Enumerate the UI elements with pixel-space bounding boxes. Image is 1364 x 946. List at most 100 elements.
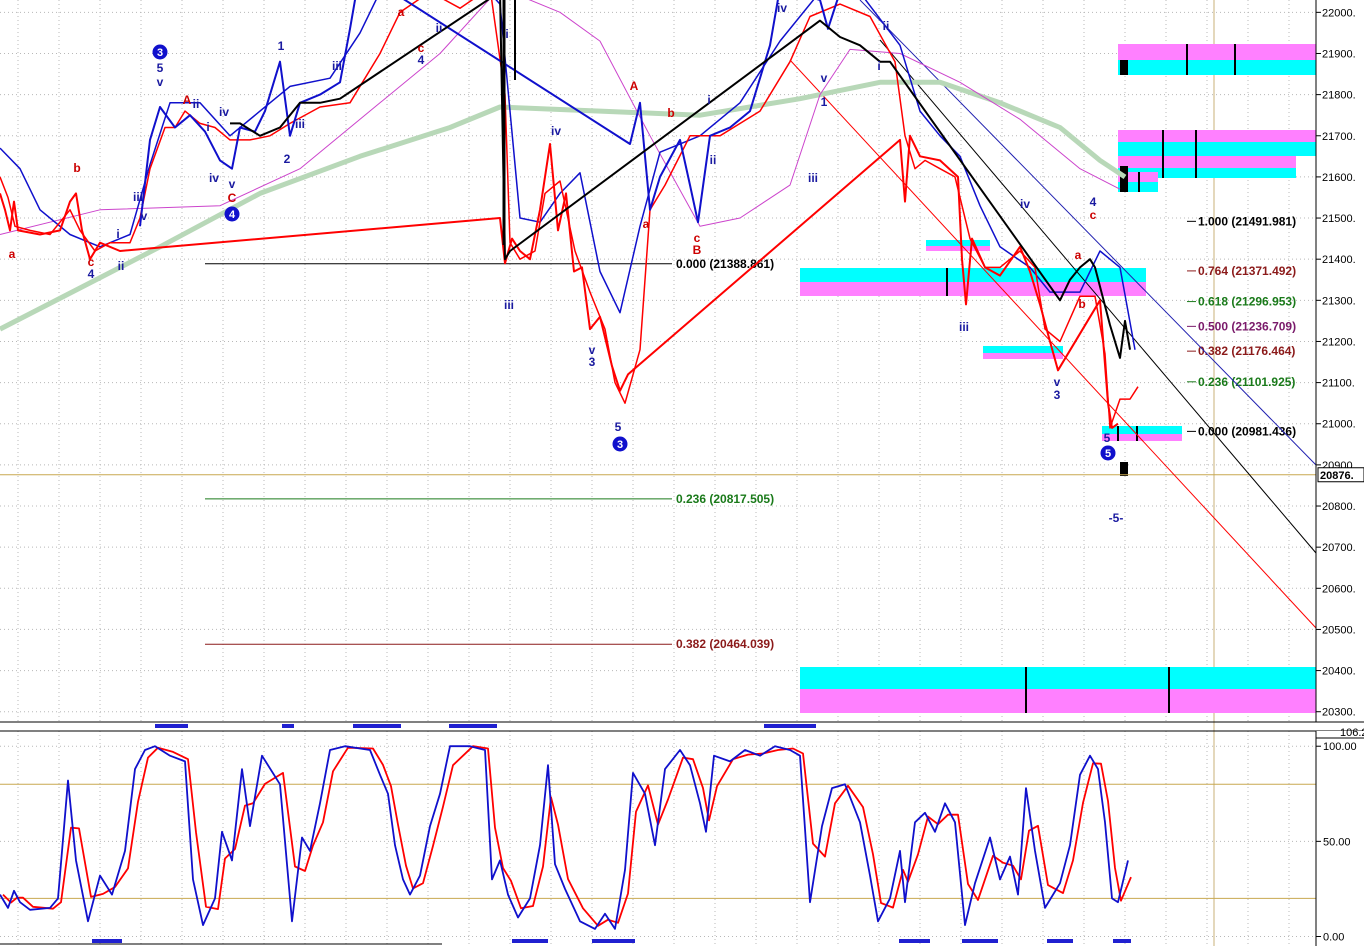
wave-label: i — [116, 227, 119, 241]
circled-wave-label: 4 — [229, 209, 236, 221]
y-tick-label: 21200. — [1322, 336, 1356, 348]
time-marker-bar — [92, 939, 122, 943]
wave-label: b — [1078, 297, 1085, 311]
osc-y-tick-label: 100.00 — [1323, 741, 1357, 753]
wave-label: iii — [295, 117, 305, 131]
chart-svg: 0.000 (21388.861) 0.236 (20817.505) 0.382 … — [0, 0, 1364, 946]
last-price-label: 20876. — [1320, 470, 1354, 482]
osc-top-value: 106.2 — [1340, 727, 1364, 739]
y-tick-label: 21800. — [1322, 90, 1356, 102]
y-tick-label: 21400. — [1322, 254, 1356, 266]
price-series — [0, 0, 1139, 429]
wave-label: 5 — [1104, 431, 1111, 445]
circled-wave-label: 5 — [1105, 448, 1111, 460]
band-magenta — [800, 282, 1146, 296]
y-tick-label: 21100. — [1322, 378, 1355, 390]
y-tick-label: 21600. — [1322, 172, 1356, 184]
band-marker — [1120, 462, 1128, 476]
y-tick-label: 20300. — [1322, 707, 1356, 719]
fib-label-right: 0.236 (21101.925) — [1198, 375, 1295, 389]
time-marker-bar — [353, 724, 401, 728]
wave-label: 3 — [1054, 388, 1061, 402]
wave-label: iii — [959, 320, 969, 334]
wave-label: v — [141, 209, 148, 223]
wave-labels: abc4iiiiiiv5vA iiiivivvC12iiiiiiac4ii iiii… — [9, 1, 1124, 525]
wave-label: iii — [332, 59, 342, 73]
fib-label-right: 0.382 (21176.464) — [1198, 344, 1295, 358]
fib-label-right: 0.500 (21236.709) — [1198, 319, 1296, 333]
wave-label: 1 — [821, 95, 828, 109]
wave-label: 4 — [418, 53, 425, 67]
circled-wave-label: 3 — [617, 439, 623, 451]
wave-label: a — [1075, 248, 1082, 262]
y-tick-label: 20500. — [1322, 624, 1356, 636]
band-magenta — [1118, 156, 1296, 168]
wave-label: v — [157, 75, 164, 89]
wave-label: ii — [118, 259, 125, 273]
wave-label: iv — [209, 171, 219, 185]
band-marker — [1120, 60, 1128, 75]
main-axis-bg — [1316, 0, 1364, 722]
fib-label-left: 0.000 (21388.861) — [676, 257, 774, 271]
band-marker — [1120, 166, 1128, 192]
fib-label-left: 0.236 (20817.505) — [676, 492, 774, 506]
wave-label: a — [643, 217, 650, 231]
time-marker-bar — [512, 939, 548, 943]
wave-label: A — [183, 93, 192, 107]
time-marker-bar — [282, 724, 294, 728]
time-marker-bar — [899, 939, 930, 943]
fib-label-left: 0.382 (20464.039) — [676, 637, 774, 651]
wave-label: b — [73, 161, 80, 175]
wave-label: 1 — [278, 39, 285, 53]
wave-label: ii — [436, 21, 443, 35]
wave-label: iii — [133, 190, 143, 204]
time-marker-bar — [1047, 939, 1073, 943]
band-cyan — [800, 667, 1316, 689]
time-marker-bar — [764, 724, 816, 728]
wave-label: 2 — [284, 152, 291, 166]
osc-y-tick-label: 50.00 — [1323, 836, 1351, 848]
wave-label: 4 — [88, 267, 95, 281]
wave-label: v — [1054, 375, 1061, 389]
fib-label-right: 1.000 (21491.981) — [1198, 214, 1296, 228]
fib-label-right: 0.764 (21371.492) — [1198, 264, 1296, 278]
wave-label: b — [667, 106, 674, 120]
wave-label: 5 — [157, 61, 164, 75]
wave-label: i — [877, 59, 880, 73]
wave-label: A — [630, 79, 639, 93]
wave-label: ii — [193, 97, 200, 111]
band-magenta — [983, 353, 1063, 359]
time-marker-bar — [449, 724, 497, 728]
wave-label: iv — [1020, 197, 1030, 211]
oscillator-series — [0, 745, 1132, 930]
y-tick-label: 21900. — [1322, 48, 1356, 60]
y-tick-label: 20600. — [1322, 583, 1356, 595]
wave-label: C — [228, 191, 237, 205]
band-magenta — [800, 689, 1316, 713]
wave-label: 4 — [1090, 195, 1097, 209]
wave-label: a — [398, 5, 405, 19]
band-magenta — [926, 246, 990, 251]
band-cyan — [1118, 60, 1316, 75]
wave-label: 5 — [615, 420, 622, 434]
osc-series-blue — [0, 745, 1129, 930]
band-magenta — [1118, 130, 1316, 142]
oscillator-grid — [0, 730, 1364, 946]
y-tick-label: 20800. — [1322, 501, 1356, 513]
wave-label: v — [229, 177, 236, 191]
y-tick-label: 22000. — [1322, 7, 1356, 19]
wave-label: iv — [219, 105, 229, 119]
time-marker-bar — [1113, 939, 1131, 943]
wave-label: i — [206, 120, 209, 134]
wave-label: v — [821, 71, 828, 85]
wave-label: iii — [504, 298, 514, 312]
band-cyan — [800, 268, 1146, 282]
wave-label: a — [9, 247, 16, 261]
band-cyan — [1118, 142, 1316, 156]
y-tick-label: 21300. — [1322, 295, 1356, 307]
band-magenta — [1118, 44, 1316, 60]
wave-label: -5- — [1109, 511, 1124, 525]
wave-label: B — [693, 243, 702, 257]
wave-label: iv — [777, 1, 787, 15]
wave-label: iv — [551, 124, 561, 138]
